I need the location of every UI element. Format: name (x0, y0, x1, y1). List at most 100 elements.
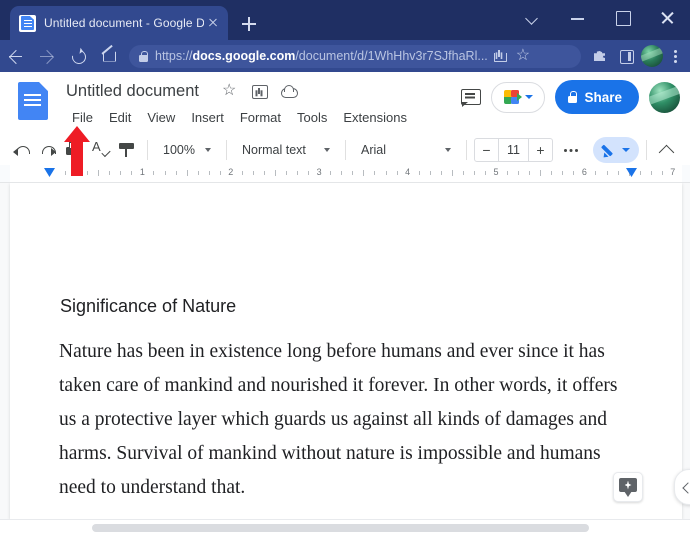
chevron-down-icon (525, 95, 534, 99)
document-heading[interactable]: Significance of Nature (60, 296, 236, 317)
chrome-menu-kebab-icon[interactable] (665, 43, 685, 69)
docs-menu-bar: File Edit View Insert Format Tools Exten… (64, 108, 415, 127)
ruler-tick (473, 171, 475, 175)
url-path: /document/d/1WhHhv3r7SJfhaRl... (295, 49, 488, 63)
document-title[interactable]: Untitled document (66, 82, 199, 101)
document-status-cloud-icon[interactable] (280, 83, 298, 100)
font-family-select[interactable]: Arial (353, 137, 459, 163)
star-icon[interactable] (222, 80, 239, 100)
increase-font-size-button[interactable]: + (529, 139, 552, 161)
undo-icon[interactable] (10, 137, 36, 163)
spellcheck-icon[interactable] (88, 137, 114, 163)
zoom-level-select[interactable]: 100% (155, 137, 219, 163)
bookmark-star-icon[interactable] (512, 45, 536, 68)
paragraph-style-select[interactable]: Normal text (234, 137, 338, 163)
tab-title: Untitled document - Google Doc (44, 16, 204, 30)
tab-search-chevron-down-icon[interactable] (510, 0, 555, 34)
ruler-tick (562, 171, 564, 175)
account-avatar[interactable] (649, 81, 680, 113)
browser-profile-avatar[interactable] (641, 45, 663, 67)
editing-mode-button[interactable] (593, 136, 639, 163)
site-lock-icon (139, 50, 148, 62)
back-arrow-icon[interactable] (0, 41, 31, 72)
menu-item-file[interactable]: File (64, 108, 101, 127)
extensions-puzzle-icon[interactable] (587, 43, 613, 69)
ruler-tick (197, 171, 199, 175)
document-page[interactable]: Significance of Nature Nature has been i… (10, 183, 682, 519)
forward-arrow-icon[interactable] (31, 41, 62, 72)
ruler-tick (507, 171, 509, 175)
paint-format-icon[interactable] (114, 137, 140, 163)
toolbar-divider (466, 139, 467, 160)
redo-icon[interactable] (36, 137, 62, 163)
close-window-icon[interactable] (645, 0, 690, 34)
google-meet-button[interactable] (491, 81, 546, 113)
more-options-icon[interactable] (559, 137, 585, 163)
minimize-window-icon[interactable] (555, 0, 600, 34)
horizontal-scrollbar-thumb[interactable] (92, 524, 589, 532)
ruler-tick (330, 171, 332, 175)
ruler-tick (341, 171, 343, 175)
menu-item-view[interactable]: View (139, 108, 183, 127)
toolbar-divider (646, 139, 647, 160)
ruler-tick (219, 171, 221, 175)
ruler-tick (518, 171, 520, 175)
maximize-window-icon[interactable] (600, 0, 645, 34)
ruler-tick (650, 171, 652, 175)
browser-side-panel-icon[interactable] (613, 43, 639, 69)
menu-item-insert[interactable]: Insert (183, 108, 232, 127)
ruler-tick (396, 171, 398, 175)
home-icon[interactable] (93, 41, 124, 72)
ruler-tick (98, 170, 100, 176)
menu-item-extensions[interactable]: Extensions (335, 108, 415, 127)
print-icon[interactable] (62, 137, 88, 163)
ruler-tick (418, 171, 420, 175)
toolbar-divider (147, 139, 148, 160)
sparkle-glyph (624, 480, 632, 490)
google-docs-favicon-icon (19, 14, 36, 32)
google-docs-logo-icon[interactable] (18, 82, 48, 120)
menu-item-format[interactable]: Format (232, 108, 289, 127)
ruler-tick (308, 171, 310, 175)
horizontal-scrollbar[interactable] (0, 519, 690, 534)
ruler-tick (241, 171, 243, 175)
meet-camera-triangle (517, 92, 523, 101)
close-tab-icon[interactable] (204, 14, 222, 32)
move-to-folder-icon[interactable] (251, 83, 268, 100)
font-size-value[interactable]: 11 (498, 138, 529, 161)
window-controls (510, 0, 690, 40)
browser-title-bar: Untitled document - Google Doc (0, 0, 690, 40)
ruler-tick (153, 171, 155, 175)
google-meet-icon (503, 89, 523, 105)
document-canvas: Significance of Nature Nature has been i… (0, 183, 690, 519)
menu-item-tools[interactable]: Tools (289, 108, 335, 127)
font-size-stepper[interactable]: − 11 + (474, 137, 553, 162)
ruler-tick (451, 170, 453, 176)
address-bar-url: https://docs.google.com/document/d/1WhHh… (155, 49, 488, 63)
decrease-font-size-button[interactable]: − (475, 139, 498, 161)
collapse-toolbar-chevron-up-icon[interactable] (654, 137, 680, 163)
comment-icon[interactable] (459, 86, 482, 108)
ruler-number: 7 (670, 167, 676, 177)
pencil-icon (602, 142, 618, 158)
explore-button[interactable] (613, 472, 643, 502)
ruler-tick (374, 171, 376, 175)
ruler-tick (131, 171, 133, 175)
ruler-tick (76, 171, 78, 175)
address-bar[interactable]: https://docs.google.com/document/d/1WhHh… (129, 44, 581, 68)
document-paragraph[interactable]: Nature has been in existence long before… (59, 335, 639, 505)
document-ruler[interactable]: 1 2 3 4 5 6 7 (0, 165, 690, 183)
browser-window: Untitled document - Google Doc https://d… (0, 0, 690, 534)
browser-tab-active[interactable]: Untitled document - Google Doc (10, 6, 228, 40)
chevron-down-icon (622, 147, 630, 152)
share-button[interactable]: Share (555, 80, 639, 114)
ruler-tick (186, 170, 188, 176)
menu-item-edit[interactable]: Edit (101, 108, 139, 127)
ruler-tick (429, 171, 431, 175)
docs-toolbar: 100% Normal text Arial − 11 + (0, 134, 690, 165)
new-tab-button[interactable] (236, 11, 262, 37)
share-link-icon[interactable] (488, 45, 512, 68)
ruler-tick (109, 171, 111, 175)
reload-icon[interactable] (62, 41, 93, 72)
ruler-number: 4 (405, 167, 411, 177)
